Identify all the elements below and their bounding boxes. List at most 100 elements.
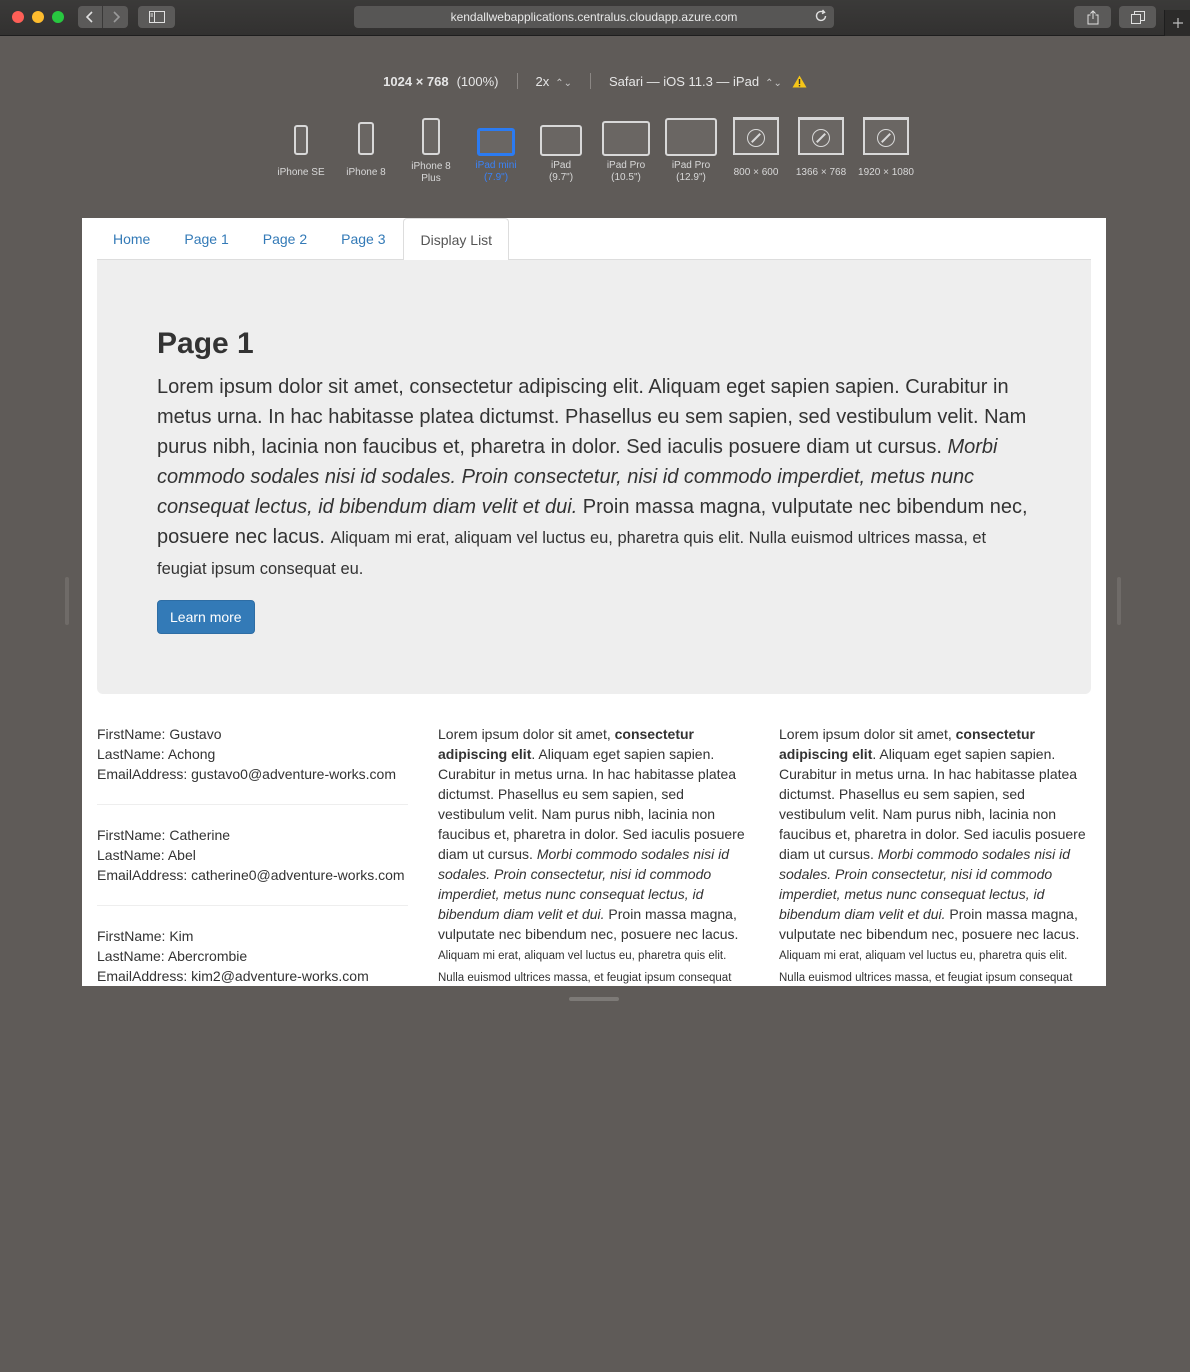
pixel-ratio-value: 2x bbox=[535, 73, 550, 89]
lorem-text: Lorem ipsum dolor sit amet, bbox=[779, 726, 956, 742]
jumbotron: Page 1 Lorem ipsum dolor sit amet, conse… bbox=[97, 260, 1091, 694]
lorem-text: . Aliquam eget sapien sapien. Curabitur … bbox=[438, 746, 745, 862]
device-label: iPad Pro (10.5") bbox=[606, 160, 646, 183]
pixel-ratio-select[interactable]: 2x ⌃⌄ bbox=[536, 74, 573, 89]
device-label: 800 × 600 bbox=[733, 167, 779, 178]
history-nav-group bbox=[78, 6, 128, 28]
tab-display-list[interactable]: Display List bbox=[403, 218, 510, 261]
people-list: FirstName: Gustavo LastName: Achong Emai… bbox=[97, 724, 409, 986]
device-label: iPhone 8 Plus bbox=[411, 161, 451, 184]
device-1920x1080[interactable]: 1920 × 1080 bbox=[853, 115, 919, 179]
warning-icon[interactable] bbox=[792, 75, 807, 88]
share-button[interactable] bbox=[1074, 6, 1111, 28]
lorem-text: Lorem ipsum dolor sit amet, bbox=[438, 726, 615, 742]
lead-text: Lorem ipsum dolor sit amet, bbox=[157, 376, 410, 398]
tab-page-2[interactable]: Page 2 bbox=[247, 218, 323, 260]
phone-icon bbox=[422, 118, 440, 155]
tab-page-1[interactable]: Page 1 bbox=[168, 218, 244, 260]
tab-home[interactable]: Home bbox=[97, 218, 166, 260]
new-tab-button[interactable] bbox=[1164, 10, 1190, 36]
compass-icon bbox=[747, 129, 765, 147]
list-item: FirstName: Kim LastName: Abercrombie Ema… bbox=[97, 926, 408, 986]
back-button[interactable] bbox=[78, 6, 103, 28]
last-name: LastName: Abercrombie bbox=[97, 948, 248, 964]
browser-window-icon bbox=[863, 117, 909, 155]
resize-handle-left[interactable] bbox=[65, 577, 69, 625]
device-label: 1920 × 1080 bbox=[858, 167, 914, 178]
minimize-window-button[interactable] bbox=[32, 11, 44, 23]
chevron-left-icon bbox=[86, 11, 93, 23]
resize-handle-right[interactable] bbox=[1117, 577, 1121, 625]
viewport-zoom: (100%) bbox=[456, 73, 499, 89]
chevron-right-icon bbox=[112, 11, 120, 23]
lorem-small-text: Aliquam mi erat, aliquam vel luctus eu, … bbox=[438, 950, 732, 984]
compass-icon bbox=[877, 129, 895, 147]
chevron-updown-icon: ⌃⌄ bbox=[555, 77, 573, 89]
first-name: FirstName: Gustavo bbox=[97, 726, 222, 742]
device-label: iPad Pro (12.9") bbox=[671, 160, 711, 183]
viewport-dimensions: 1024 × 768 bbox=[383, 73, 449, 89]
first-name: FirstName: Kim bbox=[97, 928, 194, 944]
last-name: LastName: Achong bbox=[97, 746, 216, 762]
device-ipad-pro-12[interactable]: iPad Pro (12.9") bbox=[658, 115, 724, 184]
plus-icon bbox=[1172, 18, 1183, 28]
sidebar-toggle-button[interactable] bbox=[138, 6, 175, 28]
device-iphone-8[interactable]: iPhone 8 bbox=[333, 115, 399, 179]
page-title: Page 1 bbox=[157, 327, 254, 360]
phone-icon bbox=[294, 125, 308, 155]
nav-tabs: Home Page 1 Page 2 Page 3 Display List bbox=[97, 218, 1091, 261]
device-ipad-mini[interactable]: iPad mini (7.9") bbox=[463, 115, 529, 184]
tab-page-3[interactable]: Page 3 bbox=[325, 218, 401, 260]
share-icon bbox=[1087, 9, 1098, 24]
device-label: iPad (9.7") bbox=[548, 160, 574, 183]
tabs-overview-icon bbox=[1130, 10, 1145, 24]
divider bbox=[590, 73, 592, 89]
safari-toolbar: kendallwebapplications.centralus.cloudap… bbox=[0, 0, 1190, 36]
sidebar-icon bbox=[148, 11, 165, 23]
user-agent-value: Safari — iOS 11.3 — iPad bbox=[609, 73, 760, 89]
device-label: iPhone SE bbox=[277, 167, 325, 178]
lead-paragraph: Lorem ipsum dolor sit amet, consectetur … bbox=[157, 372, 1031, 584]
device-label: iPad mini (7.9") bbox=[475, 160, 517, 183]
close-window-button[interactable] bbox=[12, 11, 24, 23]
tablet-icon bbox=[665, 118, 717, 156]
show-tabs-button[interactable] bbox=[1119, 6, 1156, 28]
zoom-window-button[interactable] bbox=[52, 11, 64, 23]
lorem-column: Lorem ipsum dolor sit amet, consectetur … bbox=[779, 724, 1091, 986]
lorem-column: Lorem ipsum dolor sit amet, consectetur … bbox=[438, 724, 750, 986]
device-ipad[interactable]: iPad (9.7") bbox=[528, 115, 594, 184]
email-address: EmailAddress: catherine0@adventure-works… bbox=[97, 867, 405, 883]
reload-icon[interactable] bbox=[814, 9, 828, 23]
responsive-mode-bar: 1024 × 768 (100%) 2x ⌃⌄ Safari — iOS 11.3… bbox=[0, 73, 1190, 89]
device-viewport: Home Page 1 Page 2 Page 3 Display List P… bbox=[82, 218, 1106, 986]
lorem-small-text: Aliquam mi erat, aliquam vel luctus eu, … bbox=[779, 950, 1073, 984]
tablet-icon bbox=[602, 121, 650, 156]
device-ipad-pro-10[interactable]: iPad Pro (10.5") bbox=[593, 115, 659, 184]
device-800x600[interactable]: 800 × 600 bbox=[723, 115, 789, 179]
resize-handle-bottom[interactable] bbox=[569, 997, 619, 1001]
forward-button[interactable] bbox=[103, 6, 128, 28]
device-label: 1366 × 768 bbox=[795, 167, 847, 178]
url-text: kendallwebapplications.centralus.cloudap… bbox=[450, 10, 738, 24]
phone-icon bbox=[358, 122, 374, 155]
email-address: EmailAddress: kim2@adventure-works.com bbox=[97, 968, 369, 984]
user-agent-select[interactable]: Safari — iOS 11.3 — iPad ⌃⌄ bbox=[609, 74, 782, 89]
divider bbox=[516, 73, 518, 89]
list-item: FirstName: Gustavo LastName: Achong Emai… bbox=[97, 724, 408, 805]
chevron-updown-icon: ⌃⌄ bbox=[765, 77, 782, 89]
device-iphone-8-plus[interactable]: iPhone 8 Plus bbox=[398, 115, 464, 185]
tablet-icon bbox=[540, 125, 582, 156]
lead-bold-text: consectetur adipiscing elit bbox=[409, 376, 639, 398]
first-name: FirstName: Catherine bbox=[97, 827, 231, 843]
compass-icon bbox=[812, 129, 830, 147]
lorem-text: . Aliquam eget sapien sapien. Curabitur … bbox=[779, 746, 1086, 862]
device-1366x768[interactable]: 1366 × 768 bbox=[788, 115, 854, 179]
email-address: EmailAddress: gustavo0@adventure-works.c… bbox=[97, 766, 397, 782]
address-bar[interactable]: kendallwebapplications.centralus.cloudap… bbox=[354, 6, 834, 28]
device-label: iPhone 8 bbox=[346, 167, 386, 178]
tablet-icon bbox=[477, 128, 515, 156]
learn-more-button[interactable]: Learn more bbox=[157, 600, 255, 634]
browser-window-icon bbox=[798, 117, 844, 155]
device-presets: iPhone SE iPhone 8 iPhone 8 Plus iPad mi… bbox=[268, 115, 928, 195]
device-iphone-se[interactable]: iPhone SE bbox=[268, 115, 334, 179]
